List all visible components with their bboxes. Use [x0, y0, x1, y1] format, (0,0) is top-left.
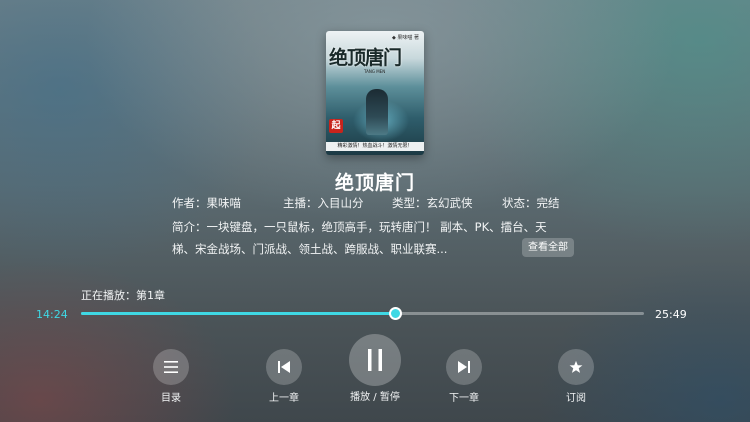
previous-chapter-button[interactable]: 上一章	[266, 349, 302, 404]
cover-title-text: 绝顶唐门	[329, 47, 402, 69]
book-author: 作者：果味喵	[172, 196, 241, 210]
total-time: 25:49	[655, 308, 687, 321]
cover-author-text: 果味喵 著	[392, 34, 419, 41]
cover-logo: 起	[329, 119, 343, 133]
previous-chapter-label: 上一章	[269, 393, 299, 404]
skip-previous-icon	[278, 361, 290, 373]
progress-knob[interactable]	[389, 307, 403, 320]
star-icon	[569, 360, 583, 373]
view-all-button[interactable]: 查看全部	[522, 238, 574, 257]
toc-button[interactable]: 目录	[153, 349, 189, 404]
cover-figure-illustration	[366, 89, 388, 135]
play-pause-circle[interactable]	[349, 334, 401, 386]
cover-subtitle-text: TANG MEN	[364, 69, 386, 74]
book-title: 绝顶唐门	[334, 172, 415, 194]
list-icon	[164, 361, 178, 373]
subscribe-button[interactable]: 订阅	[558, 349, 594, 404]
subscribe-label: 订阅	[566, 393, 586, 404]
next-chapter-button[interactable]: 下一章	[446, 349, 482, 404]
subscribe-circle[interactable]	[558, 349, 594, 385]
book-description-line2: 梯、宋金战场、门派战、领土战、跨服战、职业联赛...	[172, 242, 448, 256]
book-category: 类型：玄幻武侠	[392, 196, 473, 210]
next-chapter-circle[interactable]	[446, 349, 482, 385]
book-cover: 果味喵 著 绝顶唐门 TANG MEN 起 精彩激情！热血战斗！激情无限！	[326, 31, 424, 155]
book-narrator: 主播：入目山分	[283, 196, 364, 210]
play-pause-label: 播放 / 暂停	[350, 392, 400, 403]
toc-label: 目录	[161, 393, 181, 404]
pause-icon	[368, 349, 382, 371]
next-chapter-label: 下一章	[449, 393, 479, 404]
progress-track[interactable]	[81, 307, 644, 320]
skip-next-icon	[458, 361, 470, 373]
progress-fill	[81, 312, 396, 315]
book-status: 状态：完结	[502, 196, 560, 210]
previous-chapter-circle[interactable]	[266, 349, 302, 385]
current-time: 14:24	[36, 308, 68, 321]
cover-banner: 精彩激情！热血战斗！激情无限！	[326, 142, 424, 151]
toc-button-circle[interactable]	[153, 349, 189, 385]
play-pause-button[interactable]: 播放 / 暂停	[323, 334, 427, 403]
now-playing-text: 正在播放：第1章	[81, 289, 165, 302]
book-description-line1: 简介：一块键盘，一只鼠标，绝顶高手，玩转唐门！ 副本、PK、擂台、天	[172, 220, 547, 234]
